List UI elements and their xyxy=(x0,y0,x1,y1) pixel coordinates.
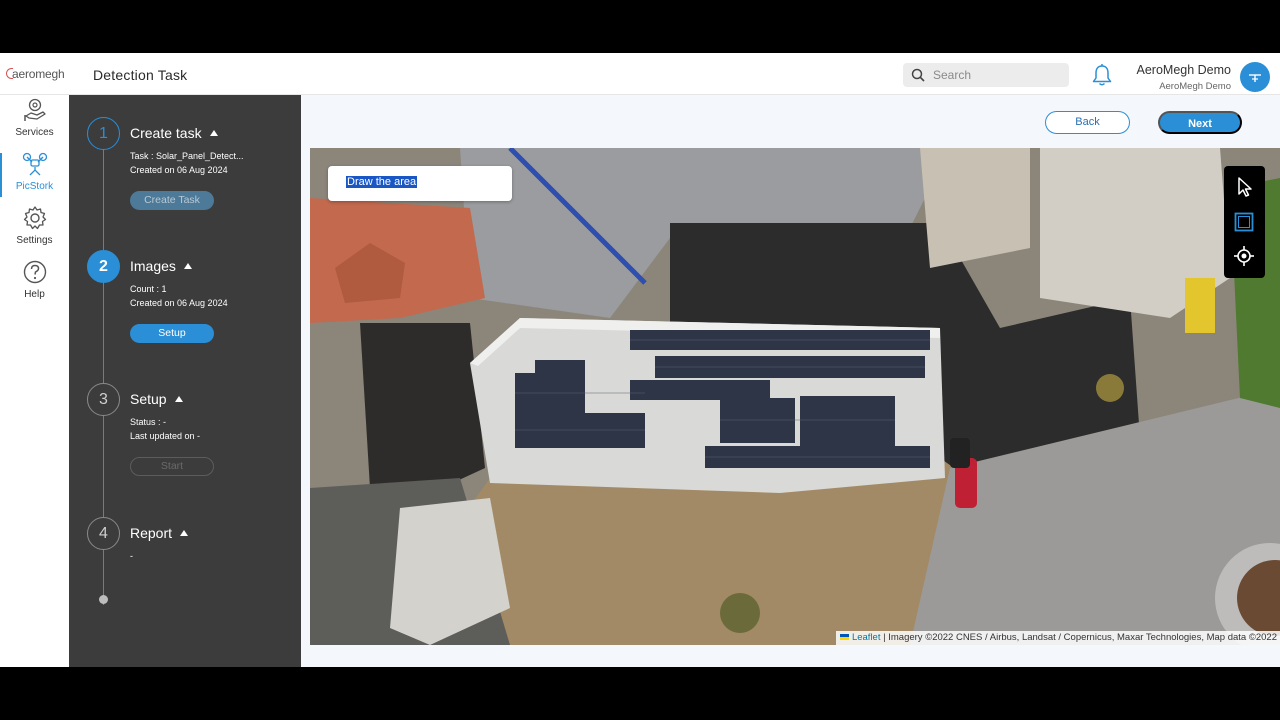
top-bar: aeromegh Detection Task AeroMegh Demo Ae… xyxy=(0,53,1280,95)
next-button[interactable]: Next xyxy=(1158,111,1242,134)
caret-up-icon xyxy=(209,130,218,136)
nav-item-help[interactable]: Help xyxy=(0,259,69,313)
search-icon xyxy=(911,68,925,82)
step-report-status: - xyxy=(130,551,133,561)
step-images: 2 Images Count : 1 Created on 06 Aug 202… xyxy=(87,250,297,350)
rectangle-icon xyxy=(1234,212,1254,232)
leaflet-link[interactable]: Leaflet xyxy=(852,632,881,643)
caret-up-icon xyxy=(183,263,192,269)
nav-item-settings[interactable]: Settings xyxy=(0,205,69,259)
help-icon xyxy=(23,260,46,284)
pointer-icon xyxy=(1238,177,1252,197)
avatar[interactable] xyxy=(1240,62,1270,92)
step-title-text: Create task xyxy=(130,125,202,141)
create-task-button[interactable]: Create Task xyxy=(130,191,214,210)
drone-avatar-icon xyxy=(1249,74,1261,82)
drone-icon xyxy=(22,152,47,176)
step-status: Status : - xyxy=(130,417,167,427)
ukraine-flag-icon xyxy=(839,634,849,640)
locate-icon xyxy=(1234,246,1254,266)
step-title[interactable]: Images xyxy=(130,258,192,274)
step-title-text: Setup xyxy=(130,391,167,407)
step-last-updated: Last updated on - xyxy=(130,431,201,441)
map-view[interactable]: Draw the area Leaflet | Imagery ©2022 CN… xyxy=(310,148,1280,645)
locate-tool[interactable] xyxy=(1233,245,1255,267)
notifications-button[interactable] xyxy=(1091,63,1113,92)
step-created-date: Created on 06 Aug 2024 xyxy=(130,298,228,308)
map-toolbar xyxy=(1224,166,1265,278)
map-attribution: Leaflet | Imagery ©2022 CNES / Airbus, L… xyxy=(835,631,1280,645)
back-button[interactable]: Back xyxy=(1045,111,1130,134)
stepper-end-dot xyxy=(99,595,108,604)
step-title[interactable]: Setup xyxy=(130,391,183,407)
attribution-text: | Imagery ©2022 CNES / Airbus, Landsat /… xyxy=(883,632,1277,643)
caret-up-icon xyxy=(180,530,189,536)
step-task-name: Task : Solar_Panel_Detect... xyxy=(130,151,244,161)
search-box[interactable] xyxy=(903,63,1069,87)
gear-icon xyxy=(23,206,46,230)
step-title[interactable]: Create task xyxy=(130,125,218,141)
start-button[interactable]: Start xyxy=(130,457,214,476)
main-content: Back Next Draw the area Leaflet | Imager… xyxy=(301,95,1280,667)
bell-icon xyxy=(1092,64,1112,86)
step-report: 4 Report - xyxy=(87,517,297,577)
step-number: 1 xyxy=(87,117,120,150)
services-icon xyxy=(23,98,46,121)
nav-item-picstork[interactable]: PicStork xyxy=(0,151,69,205)
page-title: Detection Task xyxy=(93,67,188,83)
user-organization: AeroMegh Demo xyxy=(1159,81,1231,92)
left-nav: Services PicStork Settings Help xyxy=(0,95,69,667)
setup-button[interactable]: Setup xyxy=(130,324,214,343)
nav-label-services: Services xyxy=(15,127,54,138)
step-setup: 3 Setup Status : - Last updated on - Sta… xyxy=(87,383,297,483)
nav-label-help: Help xyxy=(24,289,45,300)
task-stepper: 1 Create task Task : Solar_Panel_Detect.… xyxy=(69,95,301,667)
nav-label-settings: Settings xyxy=(16,235,53,246)
aeromegh-logo[interactable]: aeromegh xyxy=(6,67,65,81)
step-title-text: Report xyxy=(130,525,173,541)
nav-label-picstork: PicStork xyxy=(15,181,54,192)
step-number: 4 xyxy=(87,517,120,550)
draw-area-panel[interactable]: Draw the area xyxy=(328,166,512,201)
caret-up-icon xyxy=(174,396,183,402)
step-number: 2 xyxy=(87,250,120,283)
step-image-count: Count : 1 xyxy=(130,284,167,294)
pointer-tool[interactable] xyxy=(1233,176,1255,198)
logo-text: aeromegh xyxy=(12,67,65,81)
nav-item-services[interactable]: Services xyxy=(0,97,69,151)
step-title-text: Images xyxy=(130,258,176,274)
step-number: 3 xyxy=(87,383,120,416)
search-input[interactable] xyxy=(933,66,1063,84)
step-create-task: 1 Create task Task : Solar_Panel_Detect.… xyxy=(87,117,297,217)
aerial-imagery xyxy=(310,148,1280,645)
step-title[interactable]: Report xyxy=(130,525,189,541)
rectangle-tool[interactable] xyxy=(1233,211,1255,233)
app-window: aeromegh Detection Task AeroMegh Demo Ae… xyxy=(0,53,1280,667)
step-created-date: Created on 06 Aug 2024 xyxy=(130,165,228,175)
user-name[interactable]: AeroMegh Demo xyxy=(1137,63,1232,77)
draw-area-prompt: Draw the area xyxy=(346,176,418,188)
